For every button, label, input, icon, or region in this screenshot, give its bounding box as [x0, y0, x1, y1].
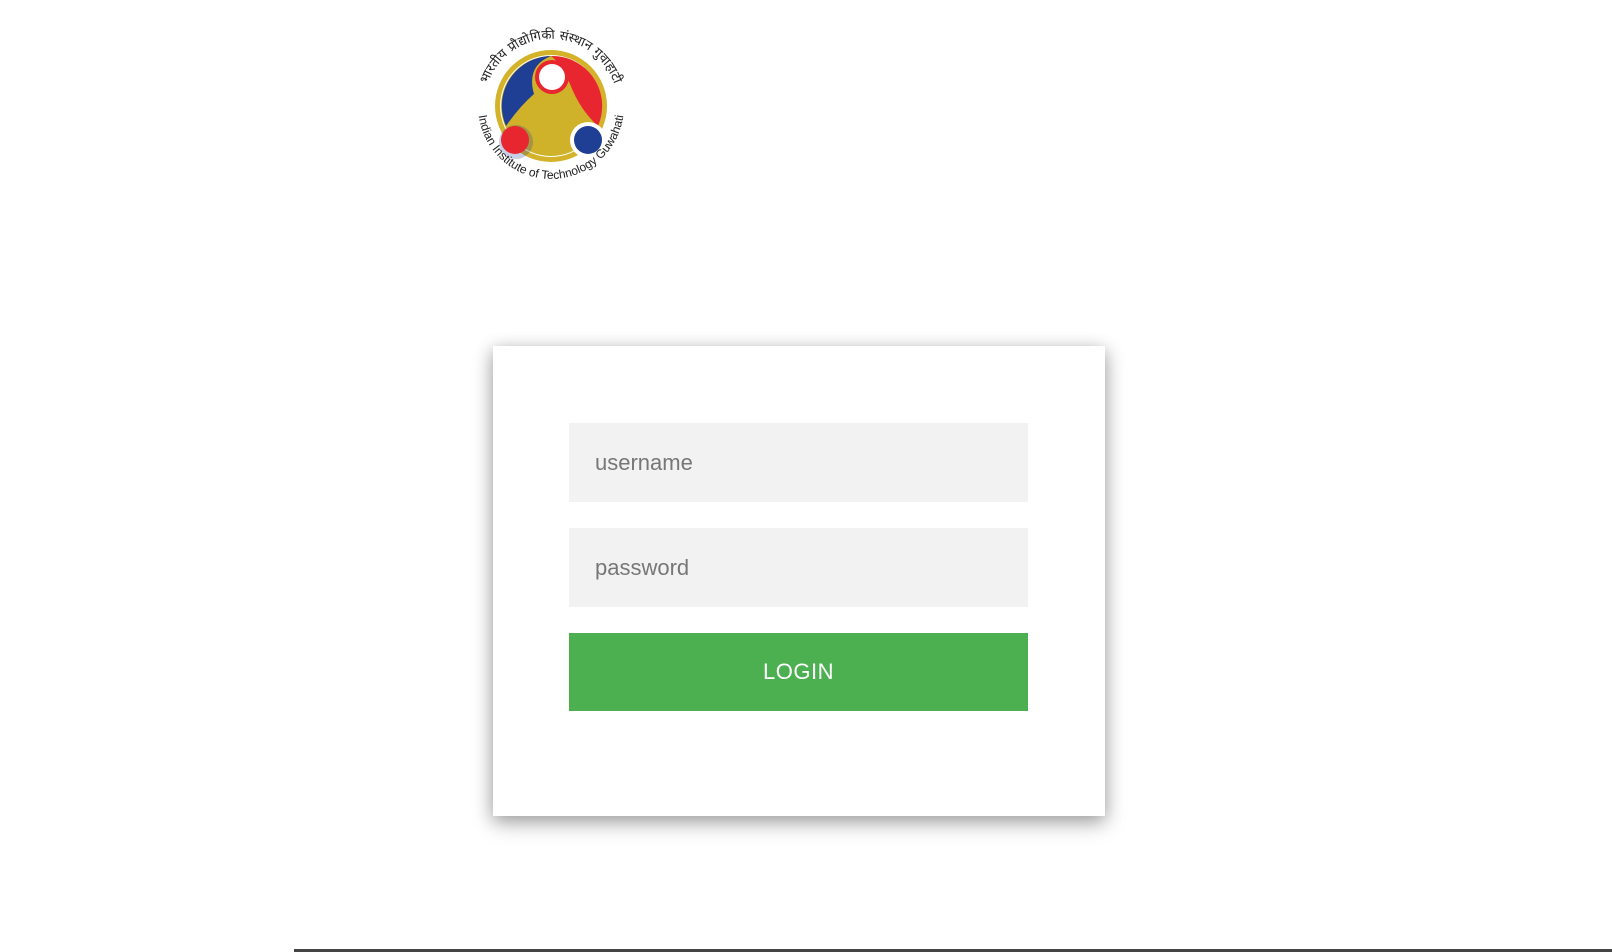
username-field[interactable] [569, 423, 1028, 502]
password-field[interactable] [569, 528, 1028, 607]
institute-logo: भारतीय प्रौद्योगिकी संस्थान गुवाहाटी Ind… [462, 14, 640, 194]
login-page: भारतीय प्रौद्योगिकी संस्थान गुवाहाटी Ind… [0, 0, 1612, 952]
login-button[interactable]: LOGIN [569, 633, 1028, 711]
login-card: LOGIN [493, 346, 1105, 816]
iit-guwahati-emblem-icon: भारतीय प्रौद्योगिकी संस्थान गुवाहाटी Ind… [476, 27, 627, 182]
